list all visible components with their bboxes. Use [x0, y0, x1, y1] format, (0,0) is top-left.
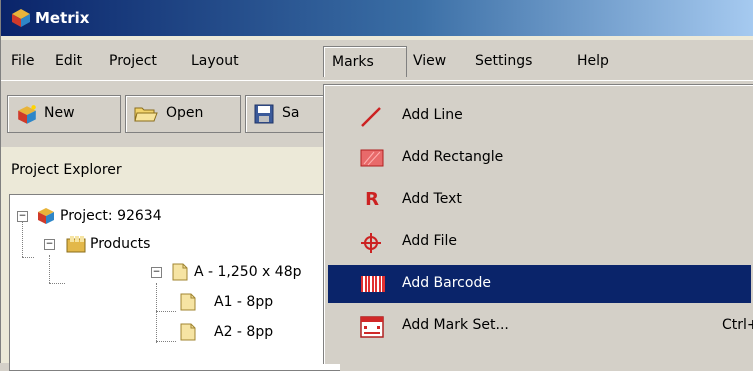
document-icon	[180, 293, 196, 311]
window-title: Metrix	[35, 9, 90, 27]
menu-item-label: Add Text	[402, 191, 462, 207]
crosshair-icon	[361, 233, 381, 253]
menu-help[interactable]: Help	[573, 50, 613, 72]
tree-label-products: Products	[90, 236, 151, 252]
tree-connector	[22, 217, 23, 257]
tree-connector	[156, 283, 157, 343]
menu-item-add-line[interactable]: Add Line	[328, 97, 751, 135]
menu-view[interactable]: View	[409, 50, 450, 72]
menu-item-shortcut: Ctrl+M	[722, 317, 753, 333]
menu-item-add-mark-set[interactable]: Add Mark Set... Ctrl+M	[328, 307, 753, 345]
menu-bar: File Edit Project Layout Marks View Sett…	[1, 40, 753, 80]
tree-label-project: Project: 92634	[60, 208, 162, 224]
project-explorer-tree[interactable]: − Project: 92634 − Products − A - 1,250 …	[9, 194, 340, 371]
tree-label-a1: A1 - 8pp	[214, 294, 274, 310]
open-button-label: Open	[166, 105, 204, 121]
project-explorer-header: Project Explorer	[11, 162, 122, 178]
menu-file[interactable]: File	[7, 50, 38, 72]
menu-marks[interactable]: Marks	[323, 46, 407, 77]
tree-connector	[22, 257, 34, 258]
menu-item-label: Add Line	[402, 107, 463, 123]
tree-label-a2: A2 - 8pp	[214, 324, 274, 340]
rectangle-icon	[360, 149, 384, 167]
document-icon	[180, 323, 196, 341]
products-folder-icon	[66, 236, 86, 253]
line-icon	[361, 107, 381, 127]
menu-item-add-file[interactable]: Add File	[328, 223, 751, 261]
collapse-icon[interactable]: −	[17, 211, 28, 222]
text-icon: R	[365, 189, 379, 210]
menu-item-add-rectangle[interactable]: Add Rectangle	[328, 139, 751, 177]
new-button-label: New	[44, 105, 75, 121]
tree-connector	[156, 341, 176, 342]
menu-item-add-barcode[interactable]: Add Barcode	[328, 265, 751, 303]
tree-connector	[49, 283, 65, 284]
open-button[interactable]: Open	[125, 95, 241, 133]
menu-edit[interactable]: Edit	[51, 50, 86, 72]
save-button-label: Sa	[282, 105, 300, 121]
document-icon	[172, 263, 188, 281]
mark-set-icon	[360, 316, 384, 338]
project-icon	[38, 208, 54, 224]
title-bar[interactable]: Metrix	[1, 0, 753, 36]
menu-item-label: Add File	[402, 233, 457, 249]
menu-item-label: Add Mark Set...	[402, 317, 509, 333]
new-project-icon	[18, 105, 36, 124]
collapse-icon[interactable]: −	[44, 239, 55, 250]
app-window: Metrix File Edit Project Layout Marks Vi…	[0, 0, 753, 371]
menu-layout[interactable]: Layout	[187, 50, 243, 72]
menu-settings[interactable]: Settings	[471, 50, 536, 72]
tree-label-product-a: A - 1,250 x 48p	[194, 264, 302, 280]
new-button[interactable]: New	[7, 95, 121, 133]
menu-item-label: Add Barcode	[402, 275, 491, 291]
barcode-icon	[361, 276, 385, 292]
collapse-icon[interactable]: −	[151, 267, 162, 278]
tree-connector	[156, 311, 176, 312]
folder-open-icon	[134, 107, 158, 122]
marks-dropdown-menu: Add Line Add Rectangle R Add Text Add Fi…	[323, 84, 753, 364]
menu-item-label: Add Rectangle	[402, 149, 504, 165]
tree-connector	[49, 255, 50, 283]
menu-project[interactable]: Project	[105, 50, 161, 72]
menu-item-add-text[interactable]: R Add Text	[328, 181, 751, 219]
app-logo-icon	[12, 9, 30, 27]
floppy-disk-icon	[254, 104, 274, 124]
